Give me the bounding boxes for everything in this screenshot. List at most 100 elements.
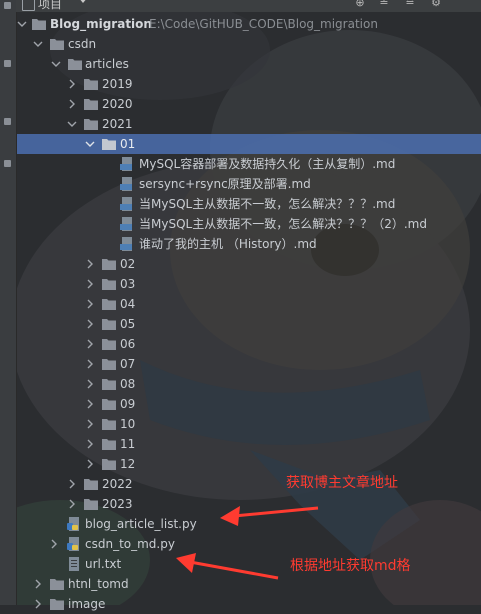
tree-node-2019[interactable]: 2019 <box>16 74 481 94</box>
tree-node-label: 08 <box>120 377 136 391</box>
chevron-right-icon[interactable] <box>84 378 96 390</box>
tree-node-label: csdn <box>68 37 97 51</box>
folder-icon <box>102 359 116 370</box>
markdown-file-icon <box>120 237 132 251</box>
tree-node-2023[interactable]: 2023 <box>16 494 481 514</box>
collapse-all-icon[interactable]: ≚ <box>378 0 390 9</box>
python-file-icon <box>67 537 79 551</box>
tree-node-label: 01 <box>120 137 136 151</box>
tree-node-2022[interactable]: 2022 <box>16 474 481 494</box>
project-view-icon <box>22 0 35 11</box>
tool-window-icon[interactable] <box>4 160 11 167</box>
tree-node-label: 2023 <box>102 497 133 511</box>
tree-node-project-root[interactable]: Blog_migration E:\Code\GitHUB_CODE\Blog_… <box>16 14 481 34</box>
folder-icon <box>102 139 116 150</box>
chevron-down-icon[interactable] <box>50 58 62 70</box>
chevron-right-icon[interactable] <box>84 398 96 410</box>
tree-file-label: 当MySQL主从数据不一致，怎么解决？？？.md <box>139 197 396 211</box>
chevron-right-icon[interactable] <box>84 338 96 350</box>
chevron-right-icon[interactable] <box>32 598 44 610</box>
tree-file-blog-article-list[interactable]: blog_article_list.py <box>16 514 481 534</box>
project-tool-icon[interactable] <box>4 2 11 9</box>
chevron-right-icon[interactable] <box>84 258 96 270</box>
markdown-file-icon <box>120 157 132 171</box>
project-tree: Blog_migration E:\Code\GitHUB_CODE\Blog_… <box>16 12 481 611</box>
tree-node-label: 2019 <box>102 77 133 91</box>
tree-node-10[interactable]: 10 <box>16 414 481 434</box>
tree-node-04[interactable]: 04 <box>16 294 481 314</box>
folder-icon <box>84 79 98 90</box>
chevron-down-icon[interactable] <box>84 138 96 150</box>
tree-file-url-txt[interactable]: url.txt <box>16 554 481 574</box>
tree-node-03[interactable]: 03 <box>16 274 481 294</box>
tree-node-label: 03 <box>120 277 136 291</box>
chevron-down-icon[interactable] <box>66 118 78 130</box>
tree-node-label: 2021 <box>102 117 133 131</box>
tree-node-image[interactable]: image <box>16 594 481 614</box>
tree-node-label: 2020 <box>102 97 133 111</box>
tree-file-label: sersync+rsync原理及部署.md <box>139 177 311 191</box>
tree-node-articles[interactable]: articles <box>16 54 481 74</box>
tree-node-05[interactable]: 05 <box>16 314 481 334</box>
markdown-file-icon <box>120 217 132 231</box>
tree-node-label: htnl_tomd <box>68 577 129 591</box>
chevron-down-icon[interactable] <box>32 38 44 50</box>
chevron-right-icon[interactable] <box>84 418 96 430</box>
project-panel-header: 项目 ⊕ ≚ ≘ ⚙ <box>16 0 481 12</box>
chevron-right-icon[interactable] <box>66 478 78 490</box>
chevron-right-icon[interactable] <box>66 98 78 110</box>
folder-icon <box>102 339 116 350</box>
tree-file-csdn-to-md[interactable]: csdn_to_md.py <box>16 534 481 554</box>
folder-icon <box>84 119 98 130</box>
chevron-right-icon[interactable] <box>84 278 96 290</box>
tree-node-label: 04 <box>120 297 136 311</box>
add-icon[interactable]: ⊕ <box>354 0 366 9</box>
chevron-right-icon[interactable] <box>84 318 96 330</box>
tree-node-02[interactable]: 02 <box>16 254 481 274</box>
tree-node-12[interactable]: 12 <box>16 454 481 474</box>
tree-node-label: 05 <box>120 317 136 331</box>
tree-node-2021[interactable]: 2021 <box>16 114 481 134</box>
tree-file-md[interactable]: 当MySQL主从数据不一致，怎么解决？？？.md <box>16 194 481 214</box>
tree-file-md[interactable]: sersync+rsync原理及部署.md <box>16 174 481 194</box>
tree-node-csdn[interactable]: csdn <box>16 34 481 54</box>
tree-node-label: 07 <box>120 357 136 371</box>
chevron-right-icon[interactable] <box>48 538 60 550</box>
structure-tool-icon[interactable] <box>4 60 11 67</box>
bookmarks-tool-icon[interactable] <box>4 118 11 125</box>
tree-file-md[interactable]: MySQL容器部署及数据持久化（主从复制）.md <box>16 154 481 174</box>
expand-all-icon[interactable]: ≘ <box>404 0 416 9</box>
tree-node-2020[interactable]: 2020 <box>16 94 481 114</box>
tree-node-07[interactable]: 07 <box>16 354 481 374</box>
chevron-right-icon[interactable] <box>84 298 96 310</box>
tree-node-11[interactable]: 11 <box>16 434 481 454</box>
chevron-right-icon[interactable] <box>66 498 78 510</box>
project-name: Blog_migration <box>50 17 152 31</box>
chevron-right-icon[interactable] <box>32 578 44 590</box>
chevron-right-icon[interactable] <box>84 358 96 370</box>
tree-node-09[interactable]: 09 <box>16 394 481 414</box>
folder-icon <box>102 399 116 410</box>
tree-node-06[interactable]: 06 <box>16 334 481 354</box>
chevron-down-icon[interactable] <box>78 0 88 3</box>
chevron-right-icon[interactable] <box>84 458 96 470</box>
folder-icon <box>102 419 116 430</box>
chevron-right-icon[interactable] <box>84 438 96 450</box>
tree-node-label: articles <box>85 57 129 71</box>
folder-icon <box>84 99 98 110</box>
chevron-right-icon[interactable] <box>66 78 78 90</box>
tree-file-label: blog_article_list.py <box>85 517 197 531</box>
tree-file-md[interactable]: 谁动了我的主机 （History）.md <box>16 234 481 254</box>
settings-icon[interactable]: ⚙ <box>430 0 442 9</box>
tree-node-label: 06 <box>120 337 136 351</box>
tree-node-label: 11 <box>120 437 136 451</box>
chevron-down-icon[interactable] <box>16 18 28 30</box>
tree-node-htnl-tomd[interactable]: htnl_tomd <box>16 574 481 594</box>
tree-file-md[interactable]: 当MySQL主从数据不一致，怎么解决？？？（2）.md <box>16 214 481 234</box>
folder-icon <box>102 319 116 330</box>
folder-icon <box>102 299 116 310</box>
panel-title[interactable]: 项目 <box>38 0 62 12</box>
folder-icon <box>68 59 82 70</box>
tree-node-08[interactable]: 08 <box>16 374 481 394</box>
tree-node-01-selected[interactable]: 01 <box>16 134 481 154</box>
